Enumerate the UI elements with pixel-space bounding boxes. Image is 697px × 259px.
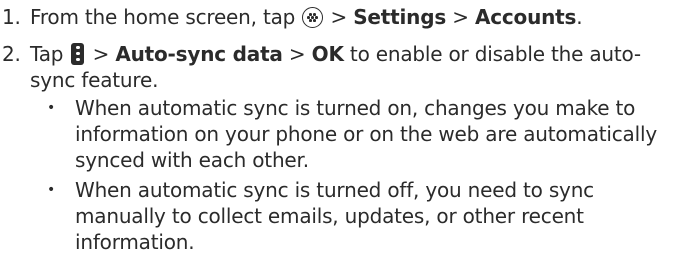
more-options-icon [71, 43, 85, 65]
step-number: 1. [2, 5, 21, 29]
bullet-text: When automatic sync is turned on, change… [75, 95, 697, 173]
instructions-document: 1. From the home screen, tap > Settings … [0, 0, 697, 259]
bullet-symbol: • [47, 182, 56, 198]
bullet-line: synced with each other. [75, 148, 309, 172]
step-number: 2. [2, 42, 21, 66]
auto-sync-label: Auto-sync data [115, 42, 283, 66]
bullet-line: information on your phone or on the web … [75, 122, 657, 146]
separator-arrow: > [92, 42, 110, 66]
step-2-line-1: Tap > Auto-sync data > OK to enable or d… [30, 41, 697, 67]
bullet-text: When automatic sync is turned off, you n… [75, 177, 697, 255]
separator-arrow: > [288, 42, 306, 66]
bullet-symbol: • [47, 100, 56, 116]
ok-label: OK [311, 42, 344, 66]
step-2-rest: to enable or disable the auto- [349, 42, 641, 66]
step-2-line-2: sync feature. [30, 68, 159, 92]
bullet-line: information. [75, 230, 195, 254]
step-1-text: From the home screen, tap > Settings > A… [30, 4, 697, 30]
settings-label: Settings [353, 5, 447, 29]
separator-arrow: > [452, 5, 469, 29]
tap-word: Tap [30, 42, 64, 66]
apps-grid-icon [302, 7, 324, 28]
bullet-line: When automatic sync is turned off, you n… [75, 178, 594, 202]
separator-arrow: > [330, 5, 348, 29]
bullet-line: When automatic sync is turned on, change… [75, 96, 636, 120]
accounts-label: Accounts [474, 5, 577, 29]
period: . [576, 5, 583, 29]
step-2-text: Tap > Auto-sync data > OK to enable or d… [30, 41, 697, 93]
bullet-line: manually to collect emails, updates, or … [75, 204, 584, 228]
step-1-intro: From the home screen, tap [30, 5, 296, 29]
